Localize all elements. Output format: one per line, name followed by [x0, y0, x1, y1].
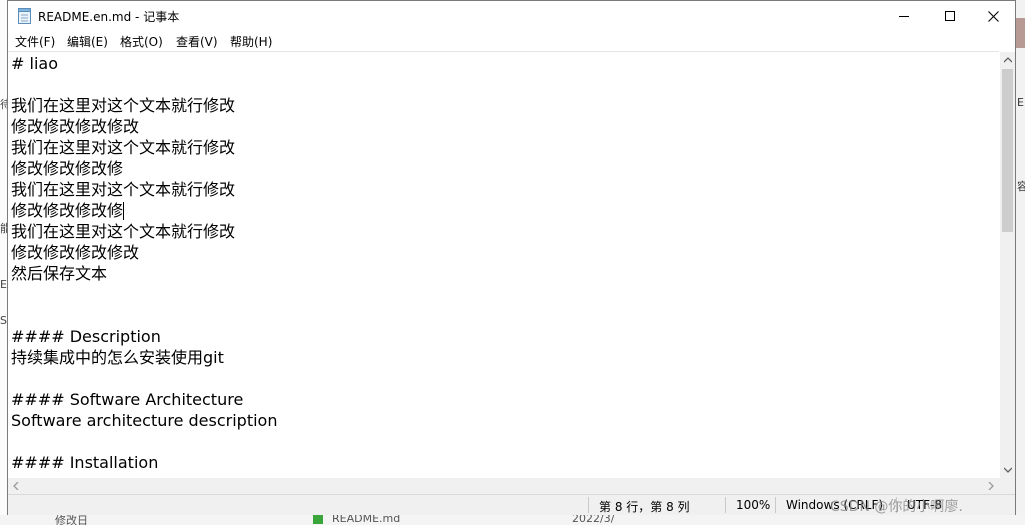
text-editor[interactable]: # liao 我们在这里对这个文本就行修改 修改修改修改修改 我们在这里对这个文… [8, 51, 999, 479]
scroll-right-arrow-icon[interactable] [988, 482, 994, 490]
vertical-scrollbar[interactable] [1000, 52, 1015, 478]
menu-help[interactable]: 帮助(H) [230, 33, 272, 50]
notepad-app-icon [18, 8, 31, 24]
text-line: 我们在这里对这个文本就行修改 [11, 96, 236, 115]
background-text: E [0, 278, 7, 291]
menu-bar: 文件(F) 编辑(E) 格式(O) 查看(V) 帮助(H) [8, 31, 1015, 51]
text-line: 我们在这里对这个文本就行修改 [11, 138, 236, 157]
text-line: #### Description [11, 327, 161, 346]
status-divider [725, 497, 726, 513]
close-icon [987, 10, 999, 22]
scroll-up-arrow-icon[interactable] [1004, 57, 1012, 63]
status-divider [775, 497, 776, 513]
maximize-icon [945, 11, 955, 21]
background-text: 能 [0, 222, 7, 235]
text-line: 我们在这里对这个文本就行修改 [11, 222, 236, 241]
text-line: #### Software Architecture [11, 390, 244, 409]
text-line: 修改修改修改修 [11, 159, 124, 178]
background-left-window: 待 能 E S [0, 0, 7, 525]
background-explorer-strip: 修改日 README.md 2022/3/ [0, 515, 1025, 525]
background-right-window: E 容 [1016, 0, 1025, 525]
cursor-position: 第 8 行，第 8 列 [599, 500, 690, 514]
notepad-window: README.en.md - 记事本 文件(F) 编辑(E) 格式(O) 查看(… [7, 0, 1016, 515]
text-line: 我们在这里对这个文本就行修改 [11, 180, 236, 199]
background-text: 容 [1017, 180, 1025, 193]
background-text: 修改日 [55, 515, 88, 525]
watermark: CSDN @你的小啊廖. [830, 499, 963, 515]
text-line: 然后保存文本 [11, 264, 108, 283]
window-title: README.en.md - 记事本 [38, 10, 180, 24]
scroll-left-arrow-icon[interactable] [13, 482, 19, 490]
background-text: 2022/3/ [572, 515, 615, 525]
maximize-button[interactable] [927, 1, 973, 31]
text-line: Software architecture description [11, 411, 278, 430]
horizontal-scrollbar[interactable] [8, 478, 1000, 494]
background-text: S [0, 314, 7, 327]
zoom-level: 100% [736, 498, 771, 512]
avatar [1016, 18, 1025, 48]
minimize-button[interactable] [881, 1, 927, 31]
text-line: # liao [11, 54, 58, 73]
minimize-icon [899, 16, 909, 17]
file-check-icon [313, 515, 323, 524]
scrollbar-corner [1000, 478, 1015, 494]
menu-view[interactable]: 查看(V) [176, 33, 218, 50]
text-line: 修改修改修改修 [11, 201, 124, 220]
menu-format[interactable]: 格式(O) [120, 33, 163, 50]
text-line: 修改修改修改修改 [11, 243, 140, 262]
text-line: 修改修改修改修改 [11, 117, 140, 136]
background-text: README.md [332, 515, 401, 525]
close-button[interactable] [970, 1, 1016, 31]
scroll-down-arrow-icon[interactable] [1004, 467, 1012, 473]
title-bar[interactable]: README.en.md - 记事本 [8, 1, 1015, 31]
menu-file[interactable]: 文件(F) [15, 33, 55, 50]
status-divider [588, 497, 589, 513]
background-text: E [1017, 96, 1024, 109]
vertical-scroll-thumb[interactable] [1002, 69, 1013, 232]
text-caret [123, 202, 124, 220]
menu-edit[interactable]: 编辑(E) [67, 33, 108, 50]
text-line: #### Installation [11, 453, 159, 472]
text-line: 持续集成中的怎么安装使用git [11, 348, 224, 367]
background-text: 待 [0, 98, 7, 111]
